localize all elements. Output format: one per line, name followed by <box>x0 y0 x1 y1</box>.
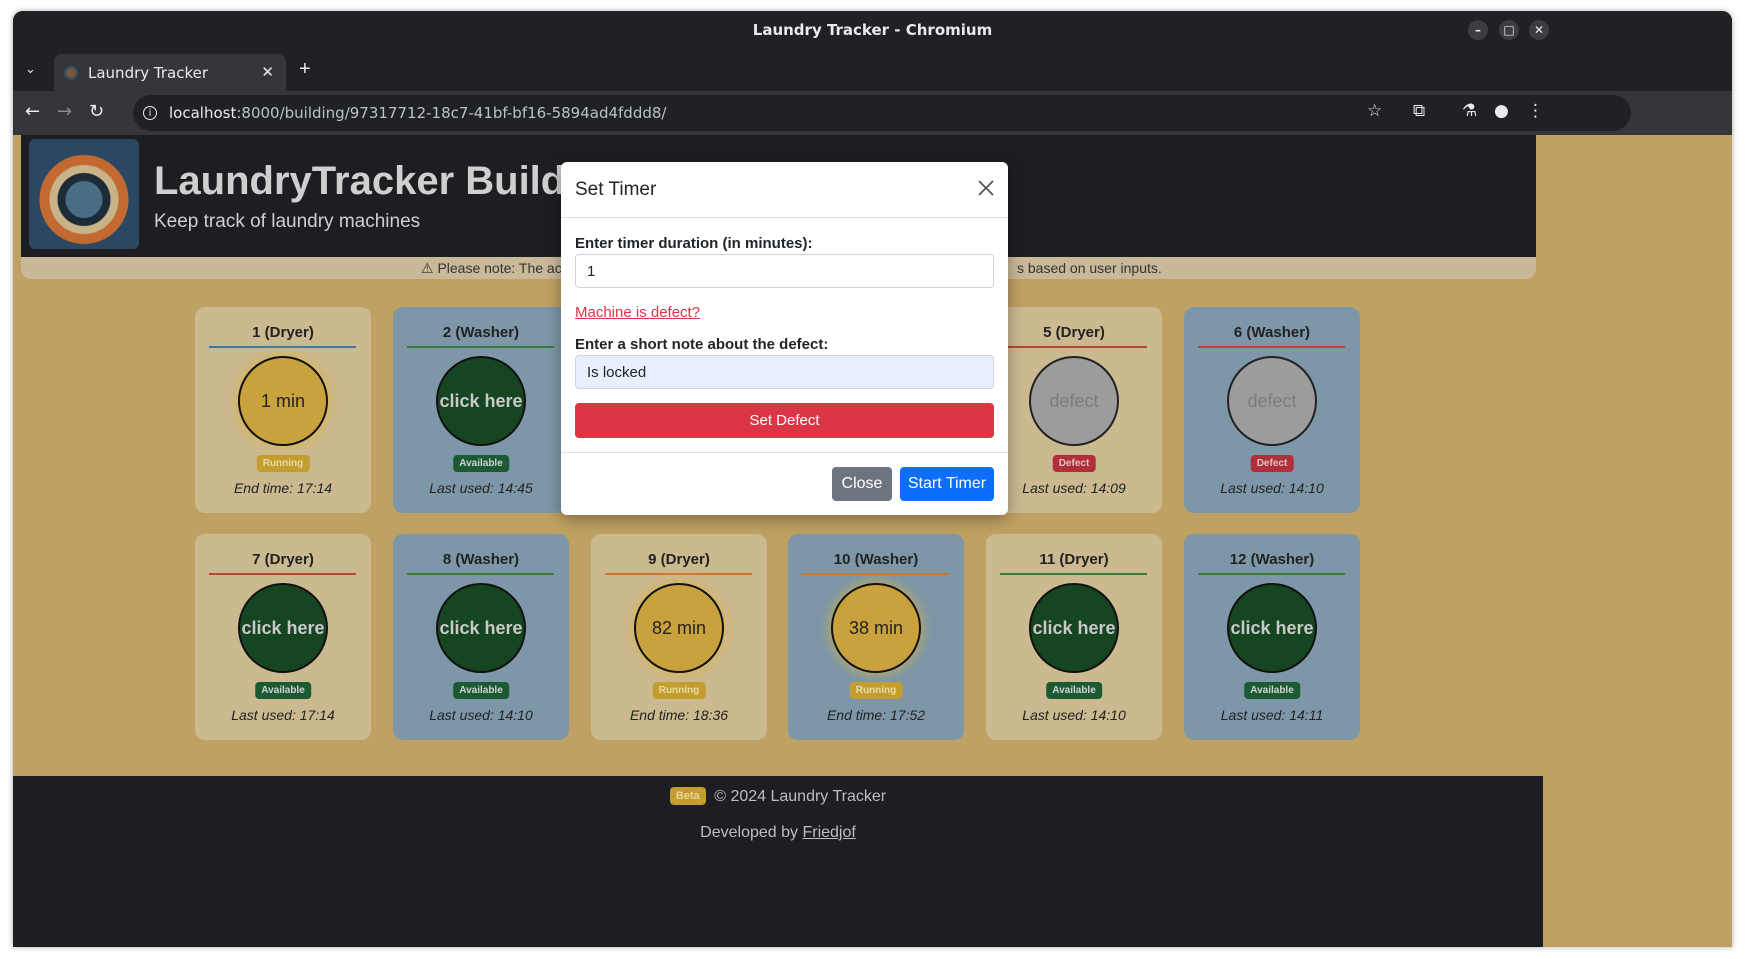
set-timer-modal: Set Timer Enter timer duration (in minut… <box>561 162 1008 515</box>
bookmark-star-icon[interactable]: ☆ <box>1367 101 1382 121</box>
back-icon[interactable]: ← <box>25 101 40 122</box>
labs-flask-icon[interactable]: ⚗ <box>1462 101 1477 121</box>
url-host: localhost <box>169 104 237 122</box>
duration-label: Enter timer duration (in minutes): <box>575 235 813 252</box>
favicon-icon <box>64 65 78 80</box>
site-info-icon[interactable]: i <box>143 106 157 120</box>
tab-strip: ⌄ Laundry Tracker ✕ + <box>13 49 1732 91</box>
defect-note-input[interactable]: Is locked <box>575 355 994 389</box>
modal-header: Set Timer <box>561 162 1008 218</box>
address-bar[interactable]: i localhost:8000/building/97317712-18c7-… <box>133 95 1631 131</box>
tab-close-icon[interactable]: ✕ <box>261 63 274 81</box>
window-close-icon[interactable]: ✕ <box>1529 20 1549 40</box>
minimize-icon[interactable]: – <box>1468 20 1488 40</box>
profile-icon[interactable]: ● <box>1494 101 1509 121</box>
tab-label: Laundry Tracker <box>88 63 209 82</box>
set-defect-button[interactable]: Set Defect <box>575 403 994 438</box>
close-icon[interactable] <box>976 178 996 198</box>
start-timer-button[interactable]: Start Timer <box>900 467 994 501</box>
browser-window: Laundry Tracker - Chromium – □ ✕ ⌄ Laund… <box>13 11 1732 947</box>
tab-laundry-tracker[interactable]: Laundry Tracker ✕ <box>54 54 286 91</box>
modal-title: Set Timer <box>575 179 657 200</box>
menu-icon[interactable]: ⋮ <box>1527 101 1544 121</box>
page-content: LaundryTracker Building Keep track of la… <box>13 135 1732 947</box>
url-path: :8000/building/97317712-18c7-41bf-bf16-5… <box>236 104 667 122</box>
maximize-icon[interactable]: □ <box>1499 20 1519 40</box>
tab-search-icon[interactable]: ⌄ <box>25 61 36 77</box>
close-button[interactable]: Close <box>832 467 892 501</box>
machine-defect-link[interactable]: Machine is defect? <box>575 304 700 321</box>
forward-icon[interactable]: → <box>57 101 72 122</box>
reload-icon[interactable]: ↻ <box>89 101 104 122</box>
browser-toolbar: ← → ↻ i localhost:8000/building/97317712… <box>13 91 1732 135</box>
modal-footer-divider <box>561 452 1008 453</box>
window-titlebar: Laundry Tracker - Chromium – □ ✕ <box>13 11 1732 49</box>
new-tab-icon[interactable]: + <box>299 58 311 81</box>
window-title: Laundry Tracker - Chromium <box>752 21 993 39</box>
duration-input[interactable]: 1 <box>575 254 994 288</box>
extensions-icon[interactable]: ⧉ <box>1413 101 1425 121</box>
note-label: Enter a short note about the defect: <box>575 336 829 353</box>
